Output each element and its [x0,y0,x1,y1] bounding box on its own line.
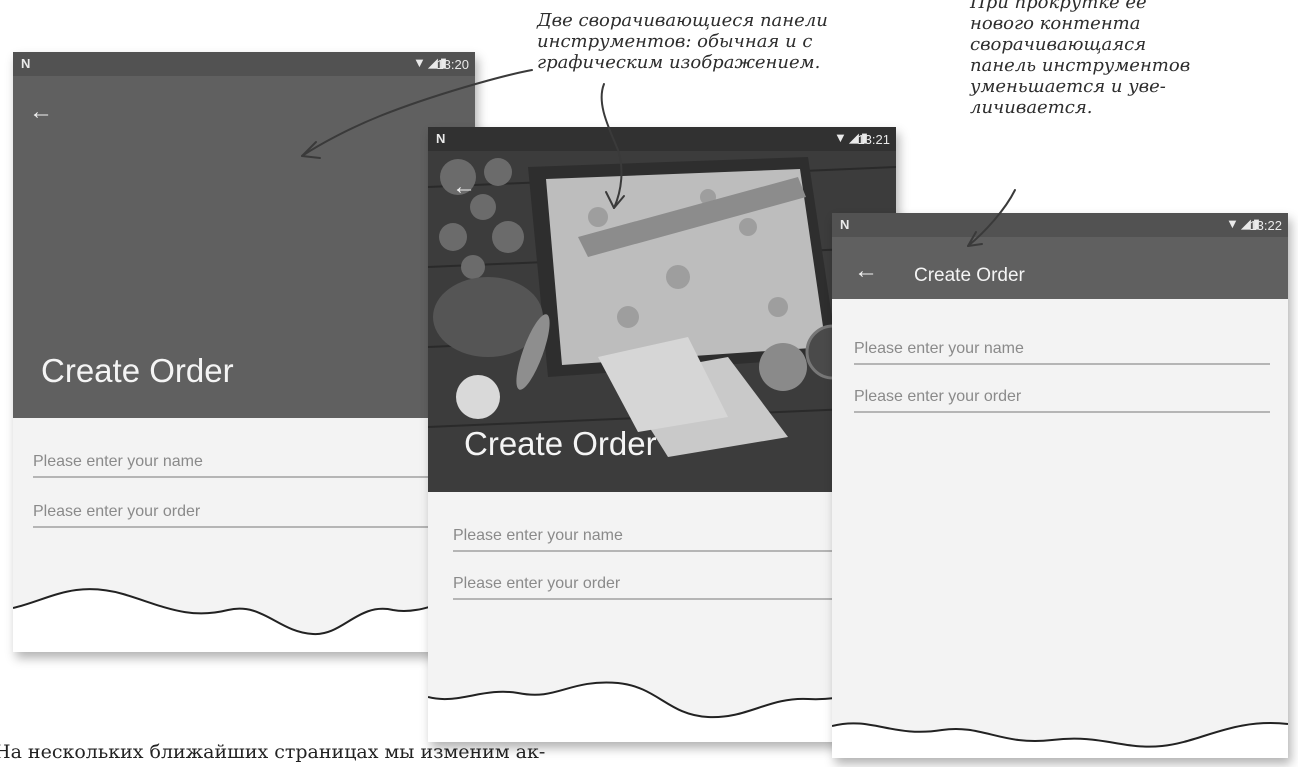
back-arrow-icon[interactable]: ← [854,259,878,283]
toolbar-title: Create Order [41,352,234,389]
status-bar: N ▼◢▮ 13:20 [13,52,475,76]
status-time: 13:21 [857,132,890,147]
order-input[interactable]: Please enter your order [33,498,463,528]
status-bar: N ▼◢▮ 13:21 [428,127,896,151]
torn-edge [832,722,1288,758]
name-input[interactable]: Please enter your name [33,448,463,478]
phone-screen-3: N ▼◢▮ 13:22 ← Create Order Please enter … [832,213,1288,758]
back-arrow-icon[interactable]: ← [29,100,53,124]
annotation-scroll-behavior: При прокрутке ее нового контента сворачи… [970,0,1191,118]
notification-icon: N [840,217,850,232]
order-input[interactable]: Please enter your order [854,383,1270,413]
status-time: 13:20 [436,57,469,72]
status-time: 13:22 [1249,218,1282,233]
collapsing-toolbar-expanded: N ▼◢▮ 13:20 ← Create Order [13,52,475,418]
name-input[interactable]: Please enter your name [453,522,893,552]
footer-text: На нескольких ближайших страницах мы изм… [0,741,546,763]
notification-icon: N [436,131,446,146]
annotation-two-toolbars: Две сворачивающиеся панели инструментов:… [537,10,828,73]
phone-screen-2: N ▼◢▮ 13:21 ← Create Order Please enter … [428,127,896,742]
toolbar-title: Create Order [914,265,1025,286]
phone-screen-1: N ▼◢▮ 13:20 ← Create Order Please enter … [13,52,475,652]
back-arrow-icon[interactable]: ← [452,175,476,199]
toolbar-title: Create Order [464,425,657,462]
torn-edge [13,588,475,652]
name-input[interactable]: Please enter your name [854,335,1270,365]
collapsing-toolbar-with-image: N ▼◢▮ 13:21 ← Create Order [428,127,896,492]
collapsing-toolbar-collapsed: N ▼◢▮ 13:22 ← Create Order [832,213,1288,299]
notification-icon: N [21,56,31,71]
order-input[interactable]: Please enter your order [453,570,893,600]
torn-edge [428,681,896,742]
status-bar: N ▼◢▮ 13:22 [832,213,1288,237]
